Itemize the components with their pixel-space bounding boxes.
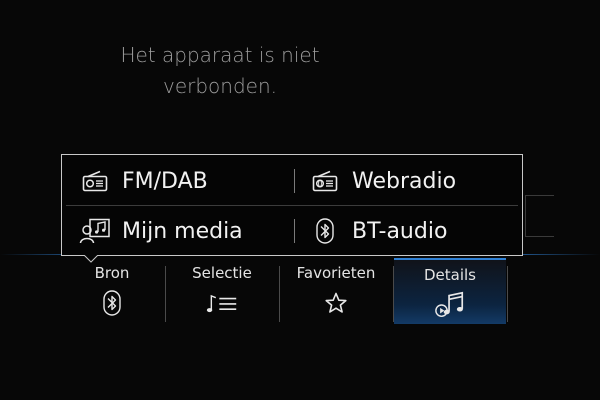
tab-label: Selectie [192, 264, 252, 282]
source-menu: FM/DAB Webradio Mijn media BT-audio [61, 154, 523, 256]
menu-item-bt-audio[interactable]: BT-audio [294, 207, 524, 255]
menu-item-label: Webradio [352, 168, 457, 194]
menu-separator [294, 169, 295, 193]
background-panel-edge [525, 195, 554, 237]
status-line-2: verbonden. [162, 74, 277, 98]
menu-item-label: BT-audio [352, 218, 448, 244]
tab-separator [507, 266, 508, 322]
status-line-1: Het apparaat is niet [120, 43, 320, 67]
radio-icon [78, 166, 112, 196]
menu-item-label: Mijn media [122, 218, 243, 244]
menu-item-webradio[interactable]: Webradio [294, 157, 524, 205]
tab-label: Details [423, 266, 476, 284]
tab-bar: Bron Selectie Favorieten Details [60, 258, 520, 324]
web-radio-icon [308, 166, 342, 196]
bluetooth-icon [308, 216, 342, 246]
menu-item-label: FM/DAB [122, 168, 208, 194]
menu-divider [66, 205, 518, 206]
playlist-icon [206, 288, 238, 318]
my-media-icon [78, 216, 112, 246]
device-status-message: Het apparaat is niet verbonden. [60, 40, 380, 102]
star-icon [320, 288, 352, 318]
tab-favorieten[interactable]: Favorieten [280, 258, 392, 324]
menu-separator [294, 219, 295, 243]
music-details-icon [434, 290, 466, 320]
tab-label: Bron [94, 264, 130, 282]
tab-selectie[interactable]: Selectie [166, 258, 278, 324]
tab-details[interactable]: Details [394, 258, 506, 324]
menu-item-fm-dab[interactable]: FM/DAB [66, 157, 294, 205]
bluetooth-icon [96, 288, 128, 318]
tab-label: Favorieten [296, 264, 376, 282]
tab-bron[interactable]: Bron [56, 258, 168, 324]
menu-item-mijn-media[interactable]: Mijn media [66, 207, 294, 255]
